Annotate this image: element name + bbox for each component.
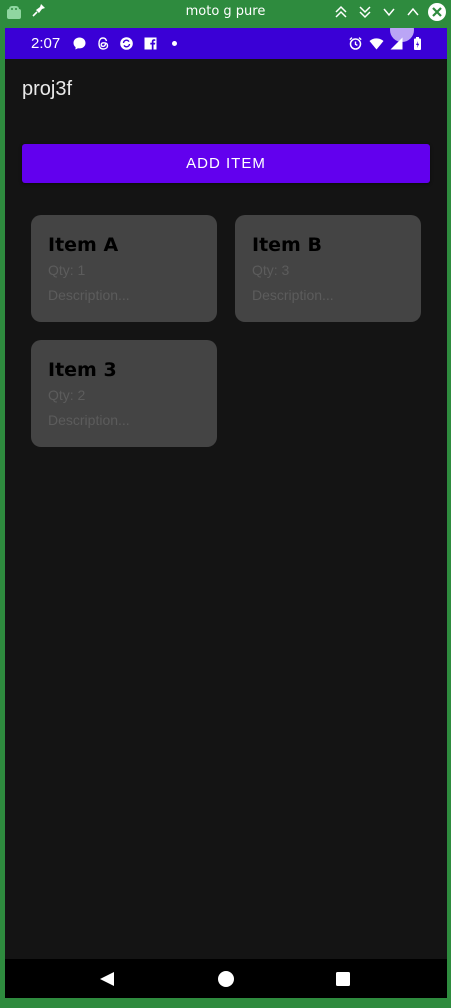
item-qty: Qty: 3 (252, 262, 290, 278)
item-card[interactable]: Item 3 Qty: 2 Description... (31, 340, 217, 447)
double-chevron-up-icon[interactable] (333, 4, 349, 20)
close-icon (432, 7, 442, 17)
battery-icon (414, 37, 421, 50)
emulator-title-bar: moto g pure (0, 0, 451, 24)
item-name: Item A (48, 234, 119, 256)
double-chevron-down-icon[interactable] (357, 4, 373, 20)
phone-screen: 2:07 proj3f ADD ITEM Item A Qty: 1 Descr… (5, 28, 447, 998)
item-card[interactable]: Item B Qty: 3 Description... (235, 215, 421, 322)
signal-icon (390, 37, 403, 50)
back-icon[interactable] (98, 970, 116, 988)
item-qty: Qty: 1 (48, 262, 86, 278)
item-description: Description... (48, 412, 130, 428)
status-time: 2:07 (31, 35, 61, 52)
item-qty: Qty: 2 (48, 387, 86, 403)
alarm-icon (349, 37, 362, 50)
status-bar: 2:07 (5, 28, 447, 59)
facebook-icon (144, 37, 157, 50)
notification-dot (172, 41, 177, 46)
recents-icon[interactable] (334, 970, 352, 988)
chevron-down-icon[interactable] (381, 4, 397, 20)
wifi-icon (369, 38, 384, 50)
item-card[interactable]: Item A Qty: 1 Description... (31, 215, 217, 322)
item-name: Item 3 (48, 359, 117, 381)
close-button[interactable] (428, 3, 446, 21)
app-title: proj3f (22, 78, 73, 100)
home-icon[interactable] (217, 970, 235, 988)
item-name: Item B (252, 234, 322, 256)
sync-icon (120, 37, 133, 50)
item-description: Description... (252, 287, 334, 303)
messenger-icon (73, 37, 86, 50)
add-item-button[interactable]: ADD ITEM (22, 144, 430, 183)
threads-icon (98, 37, 109, 50)
navigation-bar (5, 959, 447, 998)
item-description: Description... (48, 287, 130, 303)
chevron-up-icon[interactable] (405, 4, 421, 20)
